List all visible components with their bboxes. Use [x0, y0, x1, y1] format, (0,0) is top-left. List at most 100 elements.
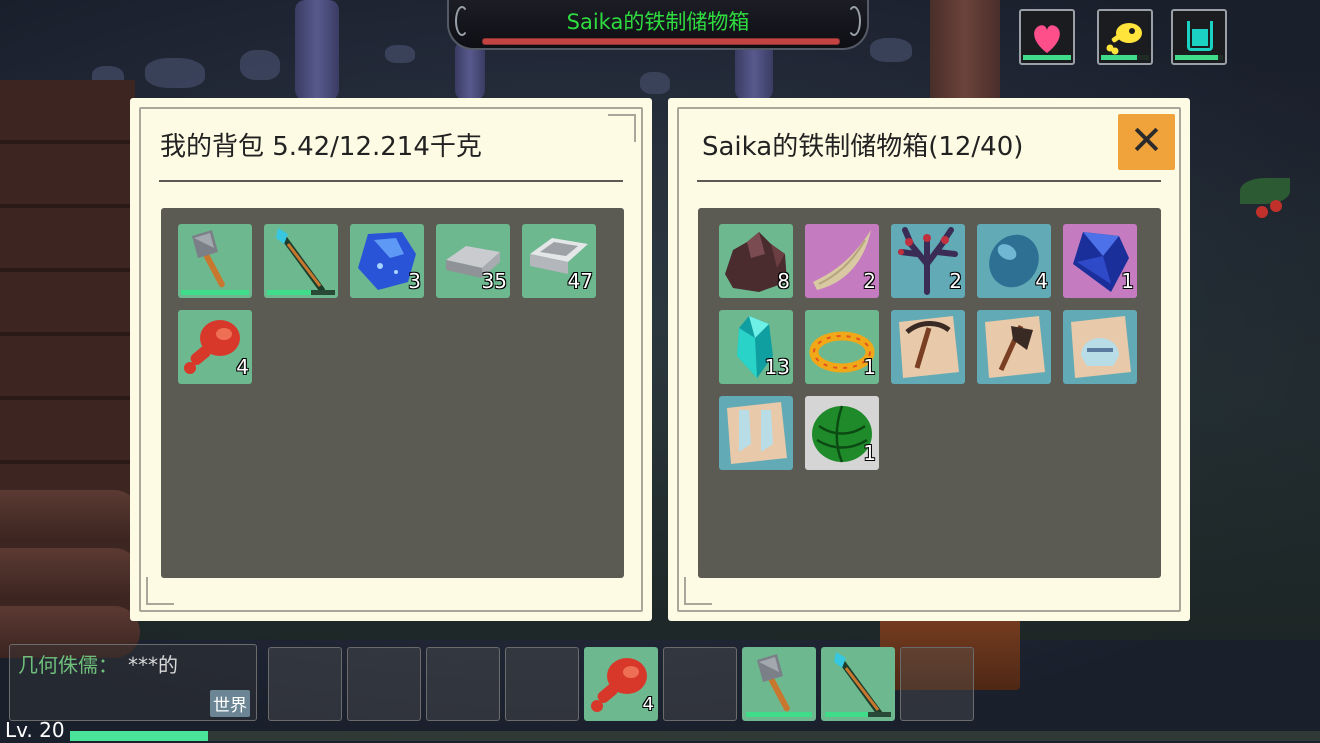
backpack-panel: 我的背包 5.42/12.214千克 3 35 47 4 [130, 98, 652, 621]
chat-sender: 几何侏儒： [18, 653, 118, 677]
hotbar-slot-7[interactable] [742, 647, 816, 721]
axe-blueprint-icon [985, 316, 1045, 378]
divider [697, 180, 1161, 182]
durability-bar [825, 712, 891, 717]
durability-bar [181, 290, 249, 295]
hotbar-slot-3[interactable] [426, 647, 500, 721]
berry [1256, 206, 1268, 218]
log [0, 548, 140, 600]
durability-fill [181, 290, 249, 295]
durability-bar [746, 712, 812, 717]
item-count: 1 [863, 355, 876, 379]
item-count: 4 [642, 694, 654, 715]
item-slot-stone-axe[interactable] [178, 224, 252, 298]
water-cup-icon [1187, 21, 1213, 51]
item-slot-bone-horn[interactable]: 2 [805, 224, 879, 298]
hotbar-slot-6[interactable] [663, 647, 737, 721]
rock [640, 72, 670, 94]
spear-icon [276, 228, 325, 293]
item-slot-roast-meat[interactable]: 4 [178, 310, 252, 384]
item-slot-helmet-blueprint[interactable] [1063, 310, 1137, 384]
thirst-bar-fill [1175, 55, 1219, 60]
hotbar-slot-2[interactable] [347, 647, 421, 721]
plant-leaf [1240, 178, 1290, 204]
container-health-fill [483, 39, 839, 44]
item-slot-pickaxe-blueprint[interactable] [891, 310, 965, 384]
item-slot-crystal-spear[interactable] [264, 224, 338, 298]
item-slot-blue-egg-stone[interactable]: 4 [977, 224, 1051, 298]
item-count: 2 [949, 269, 962, 293]
health-status[interactable] [1019, 9, 1075, 65]
item-slot-axe-blueprint[interactable] [977, 310, 1051, 384]
durability-fill [267, 290, 312, 295]
berry [1270, 200, 1282, 212]
chest-panel: Saika的铁制储物箱(12/40) ✕ 8 2 2 4 1 13 1 1 [668, 98, 1190, 621]
container-health-bar [482, 38, 840, 45]
item-slot-blue-gem-ore[interactable]: 3 [350, 224, 424, 298]
xp-bar [70, 731, 1320, 741]
item-slot-watermelon[interactable]: 1 [805, 396, 879, 470]
item-count: 1 [863, 441, 876, 465]
tree-trunk [295, 0, 339, 100]
wooden-door [930, 0, 1000, 110]
corner-ornament-icon [146, 577, 174, 605]
item-count: 4 [1035, 269, 1048, 293]
close-button[interactable]: ✕ [1118, 114, 1175, 170]
durability-fill [746, 712, 812, 717]
item-count: 4 [236, 355, 249, 379]
durability-bar [267, 290, 335, 295]
rock [240, 50, 280, 80]
hotbar-slot-5[interactable]: 4 [584, 647, 658, 721]
chat-message: ***的 [128, 653, 178, 677]
divider [159, 180, 623, 182]
item-slot-sapphire[interactable]: 1 [1063, 224, 1137, 298]
item-count: 13 [764, 355, 790, 379]
item-count: 35 [481, 269, 507, 293]
item-slot-boots-blueprint[interactable] [719, 396, 793, 470]
chest-grid: 8 2 2 4 1 13 1 1 [698, 208, 1161, 578]
thirst-status[interactable] [1171, 9, 1227, 65]
boots-blueprint-icon [727, 402, 787, 464]
pickaxe-blueprint-icon [899, 316, 959, 378]
hunger-status[interactable] [1097, 9, 1153, 65]
item-slot-coral[interactable]: 2 [891, 224, 965, 298]
corner-ornament-icon [684, 577, 712, 605]
axe-icon [757, 654, 790, 712]
axe-icon [192, 230, 225, 288]
item-count: 2 [863, 269, 876, 293]
item-count: 8 [777, 269, 790, 293]
xp-bar-fill [70, 731, 208, 741]
hotbar-slot-1[interactable] [268, 647, 342, 721]
item-slot-iron-ingot[interactable]: 35 [436, 224, 510, 298]
container-name: Saika的铁制储物箱 [566, 10, 750, 34]
container-banner: Saika的铁制储物箱 [447, 0, 869, 50]
hunger-bar-fill [1101, 55, 1137, 60]
item-count: 47 [567, 269, 593, 293]
chat-channel-button[interactable]: 世界 [210, 690, 250, 717]
item-count: 1 [1121, 269, 1134, 293]
rock [145, 58, 205, 88]
thirst-bar [1175, 55, 1223, 60]
hotbar-slot-9[interactable] [900, 647, 974, 721]
rock [870, 38, 912, 62]
rock [385, 45, 415, 63]
hotbar-slot-4[interactable] [505, 647, 579, 721]
item-slot-cyan-crystal[interactable]: 13 [719, 310, 793, 384]
corner-ornament-icon [608, 114, 636, 142]
durability-fill [825, 712, 868, 717]
item-slot-silver-ingot[interactable]: 47 [522, 224, 596, 298]
hotbar-slot-8[interactable] [821, 647, 895, 721]
item-slot-dark-ore[interactable]: 8 [719, 224, 793, 298]
helmet-blueprint-icon [1071, 316, 1131, 378]
spear-icon [834, 652, 883, 717]
health-bar [1023, 55, 1071, 60]
chat-box[interactable]: 几何侏儒： ***的 世界 [9, 644, 257, 721]
player-level: Lv. 20 [5, 718, 65, 742]
backpack-grid: 3 35 47 4 [161, 208, 624, 578]
backpack-title: 我的背包 5.42/12.214千克 [160, 132, 482, 162]
item-slot-gold-bracelet[interactable]: 1 [805, 310, 879, 384]
heart-icon [1034, 25, 1060, 53]
hunger-bar [1101, 55, 1149, 60]
meat-icon [1106, 23, 1142, 55]
item-count: 3 [408, 269, 421, 293]
